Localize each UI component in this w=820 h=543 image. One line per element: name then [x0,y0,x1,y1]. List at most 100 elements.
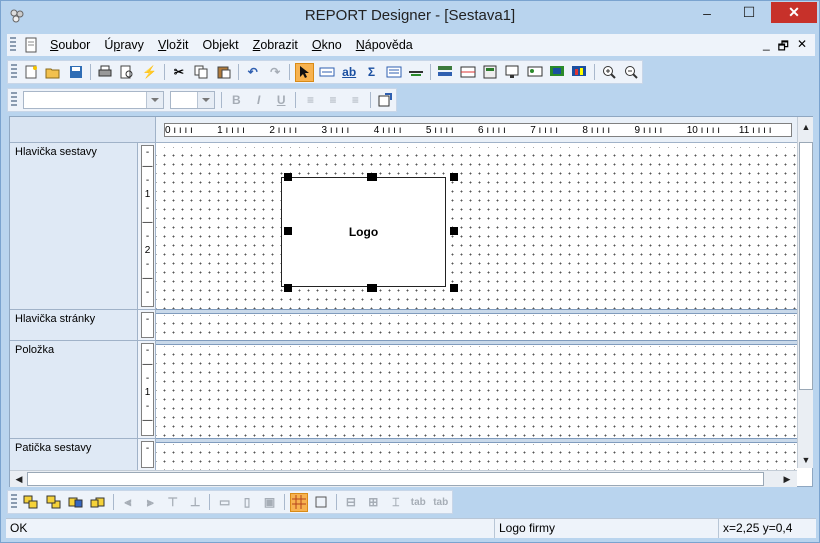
mdi-minimize-button[interactable]: _ [763,37,770,58]
scroll-up-icon[interactable]: ▲ [798,119,814,135]
list-icon[interactable] [385,63,403,82]
center-vertical-icon[interactable]: ⊞ [364,493,382,512]
band-page-header[interactable] [156,315,797,341]
maximize-button[interactable]: ☐ [735,2,763,23]
band-icon[interactable] [459,63,477,82]
properties-icon[interactable] [376,91,394,110]
section-label-page-header[interactable]: Hlavička stránky [10,310,137,341]
align-center-icon[interactable]: ≡ [324,91,342,110]
band-separator[interactable] [156,340,797,345]
grip-icon[interactable] [11,64,17,80]
save-icon[interactable] [66,63,84,82]
send-back-icon[interactable] [44,493,62,512]
mdi-restore-button[interactable]: 🗗 [778,37,789,58]
group-icon[interactable] [436,63,454,82]
tab-order-icon[interactable]: tab [409,493,427,512]
resize-handle-nw[interactable] [284,173,292,181]
menu-upravy[interactable]: Úpravy [97,38,151,52]
section-label-report-footer[interactable]: Patička sestavy [10,439,137,470]
align-bottom-edges-icon[interactable]: ⊥ [186,493,204,512]
menu-soubor[interactable]: Soubor [43,38,97,52]
horizontal-scroll-thumb[interactable] [27,472,764,486]
mdi-close-button[interactable]: ✕ [797,37,807,58]
new-icon[interactable] [22,63,40,82]
ruler-mark: - [145,175,150,186]
bring-front-icon[interactable] [22,493,40,512]
scroll-down-icon[interactable]: ▼ [798,452,814,468]
horizontal-scrollbar[interactable]: ◀ ▶ [10,470,797,487]
grip-icon[interactable] [11,92,17,108]
align-top-edges-icon[interactable]: ⊤ [164,493,182,512]
band-report-footer[interactable] [156,444,797,470]
open-icon[interactable] [44,63,62,82]
resize-handle-sw[interactable] [284,284,292,292]
menu-objekt[interactable]: Objekt [196,38,246,52]
grid-icon[interactable] [289,492,309,512]
same-height-icon[interactable]: ▯ [238,493,256,512]
label-icon[interactable] [318,63,336,82]
paste-icon[interactable] [214,63,232,82]
snap-icon[interactable] [312,493,330,512]
bold-button[interactable]: B [227,91,245,110]
font-combo[interactable] [22,91,165,109]
vertical-scroll-thumb[interactable] [799,142,813,390]
close-button[interactable]: ✕ [771,2,817,23]
resize-handle-se[interactable] [450,284,458,292]
barcode-icon[interactable] [548,63,566,82]
undo-icon[interactable]: ↶ [244,63,262,82]
underline-button[interactable]: U [272,91,290,110]
resize-handle-s[interactable] [367,284,377,292]
text-field-icon[interactable]: ab [340,63,358,82]
scroll-right-icon[interactable]: ▶ [779,471,795,487]
band-separator[interactable] [156,309,797,314]
zoom-out-icon[interactable] [622,63,640,82]
menu-vlozit[interactable]: Vložit [151,38,196,52]
pointer-icon[interactable] [295,62,314,82]
grip-icon[interactable] [10,37,16,53]
minimize-button[interactable]: – [693,2,721,23]
resize-handle-w[interactable] [284,227,292,235]
same-size-icon[interactable]: ▣ [260,493,278,512]
align-right-edges-icon[interactable]: ⫸ [141,493,159,512]
run-icon[interactable]: ⚡ [140,63,158,82]
line-icon[interactable] [407,63,425,82]
menu-zobrazit[interactable]: Zobrazit [246,38,305,52]
align-left-edges-icon[interactable]: ⫷ [119,493,137,512]
status-message: OK [6,519,495,538]
italic-button[interactable]: I [250,91,268,110]
cut-icon[interactable]: ✂ [170,63,188,82]
logo-object[interactable]: Logo [281,177,446,287]
grip-icon[interactable] [11,494,17,510]
resize-handle-ne[interactable] [450,173,458,181]
bring-forward-icon[interactable] [67,493,85,512]
scroll-left-icon[interactable]: ◀ [11,471,27,487]
align-right-icon[interactable]: ≡ [346,91,364,110]
tab-order-reverse-icon[interactable]: tab [431,493,449,512]
same-width-icon[interactable]: ▭ [215,493,233,512]
menu-napoveda[interactable]: Nápověda [349,38,420,52]
copy-icon[interactable] [192,63,210,82]
sum-icon[interactable]: Σ [362,63,380,82]
band-separator[interactable] [156,438,797,443]
resize-handle-e[interactable] [450,227,458,235]
image-icon[interactable] [526,63,544,82]
section-label-report-header[interactable]: Hlavička sestavy [10,143,137,310]
font-size-combo[interactable] [170,91,216,109]
spacing-icon[interactable]: ⌶ [387,493,405,512]
vertical-scrollbar[interactable]: ▲ ▼ [797,117,813,468]
center-horizontal-icon[interactable]: ⊟ [342,493,360,512]
chart-icon[interactable] [570,63,588,82]
print-icon[interactable] [96,63,114,82]
zoom-in-icon[interactable] [600,63,618,82]
preview-icon[interactable] [118,63,136,82]
calc-icon[interactable] [481,63,499,82]
section-label-detail[interactable]: Položka [10,341,137,439]
resize-handle-n[interactable] [367,173,377,181]
menu-okno[interactable]: Okno [305,38,349,52]
redo-icon[interactable]: ↷ [266,63,284,82]
band-detail[interactable] [156,346,797,439]
send-backward-icon[interactable] [89,493,107,512]
band-report-header[interactable] [156,147,797,310]
property-icon[interactable] [503,63,521,82]
align-left-icon[interactable]: ≡ [301,91,319,110]
